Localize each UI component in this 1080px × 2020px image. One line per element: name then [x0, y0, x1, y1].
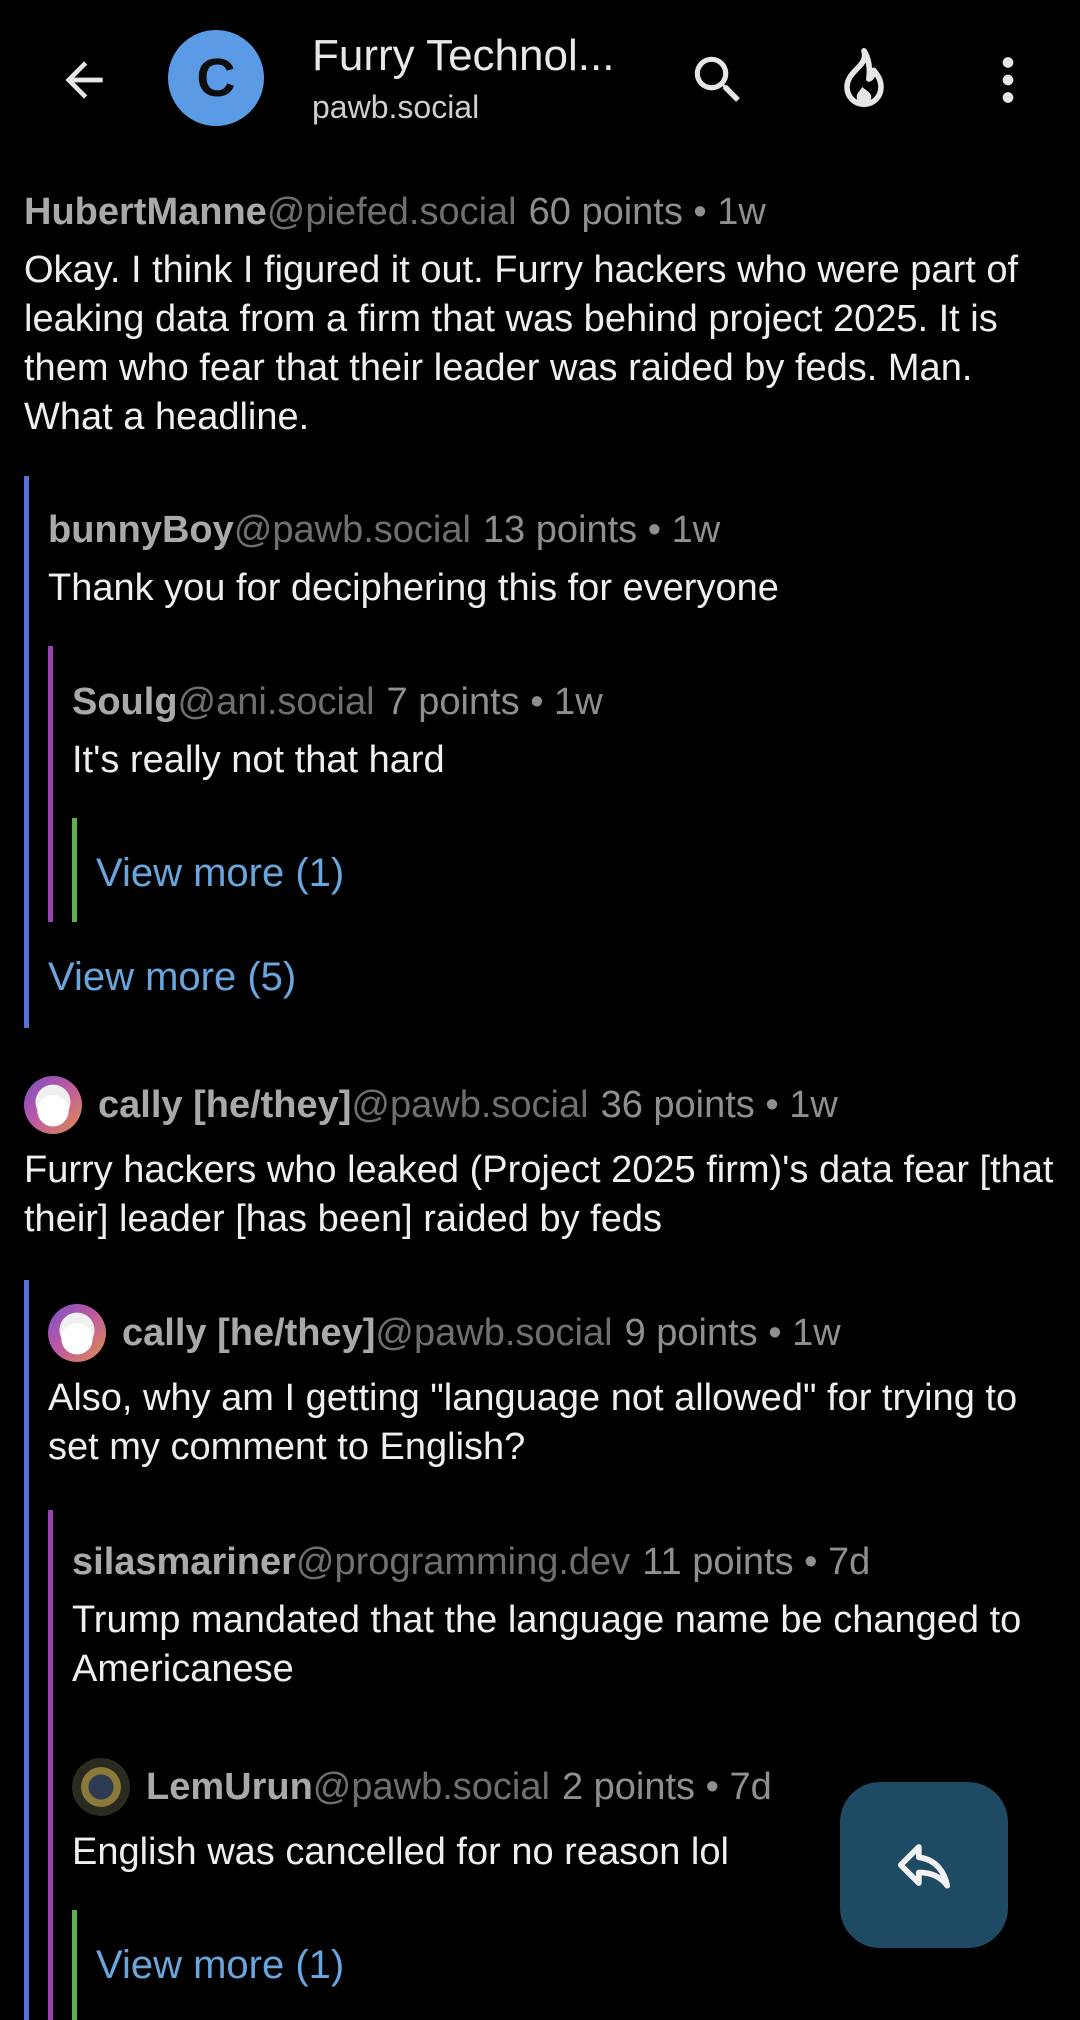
- comment-score-time: 36 points • 1w: [600, 1084, 838, 1126]
- comment-score-time: 9 points • 1w: [624, 1312, 841, 1354]
- search-icon: [694, 56, 740, 102]
- comment-body: Trump mandated that the language name be…: [72, 1599, 1022, 1690]
- comment-username[interactable]: bunnyBoy: [48, 508, 234, 552]
- comment-instance: @ani.social: [177, 681, 375, 723]
- sort-button[interactable]: [824, 40, 904, 120]
- comment-instance: @pawb.social: [233, 509, 471, 551]
- more-vert-icon: [1002, 57, 1014, 103]
- thread-line: [72, 1910, 77, 2020]
- more-options-button[interactable]: [968, 40, 1048, 120]
- community-title-block[interactable]: Furry Technol... pawb.social: [312, 26, 642, 128]
- comment-score-time: 11 points • 7d: [642, 1541, 871, 1583]
- comment-username[interactable]: cally [he/they]: [98, 1083, 351, 1127]
- view-more-link[interactable]: View more (1): [96, 848, 344, 898]
- comment-meta: Soulg @ani.social 7 points • 1w: [72, 680, 1062, 724]
- comment[interactable]: cally [he/they] @pawb.social 36 points • 1…: [24, 1076, 1064, 1244]
- comment-instance: @pawb.social: [312, 1766, 550, 1808]
- thread-line: [24, 1280, 29, 2020]
- comment-instance: @programming.dev: [295, 1541, 631, 1583]
- comment-score-time: 60 points • 1w: [528, 191, 766, 233]
- comment-score-time: 13 points • 1w: [482, 509, 721, 551]
- comment-reply[interactable]: Soulg @ani.social 7 points • 1w It's reall…: [72, 680, 1062, 785]
- comment-meta: cally [he/they] @pawb.social 9 points • 1w: [48, 1304, 1058, 1362]
- community-avatar-letter: C: [196, 48, 236, 108]
- thread-line: [24, 476, 29, 1028]
- comment-username[interactable]: HubertManne: [24, 190, 267, 234]
- comment-meta: cally [he/they] @pawb.social 36 points • 1…: [24, 1076, 1064, 1134]
- thread-line: [48, 1510, 53, 2020]
- view-more-link[interactable]: View more (5): [48, 952, 296, 1002]
- community-title: Furry Technol...: [312, 31, 615, 80]
- thread-line: [72, 818, 77, 922]
- comment-username[interactable]: cally [he/they]: [122, 1311, 375, 1355]
- comment-body: Okay. I think I figured it out. Furry ha…: [24, 249, 1019, 438]
- comment-reply[interactable]: bunnyBoy @pawb.social 13 points • 1w Thank…: [48, 508, 1058, 613]
- user-avatar[interactable]: [24, 1076, 82, 1134]
- comment-body: It's really not that hard: [72, 739, 445, 781]
- top-app-bar: C Furry Technol... pawb.social: [0, 0, 1080, 160]
- view-more-link[interactable]: View more (1): [96, 1940, 344, 1990]
- user-avatar[interactable]: [48, 1304, 106, 1362]
- back-button[interactable]: [44, 40, 124, 120]
- search-button[interactable]: [678, 40, 758, 120]
- comment-username[interactable]: LemUrun: [146, 1765, 313, 1809]
- comment-reply[interactable]: silasmariner @programming.dev 11 points • …: [72, 1540, 1062, 1694]
- thread-line: [48, 646, 53, 922]
- comment-instance: @pawb.social: [351, 1084, 589, 1126]
- comment-body: Thank you for deciphering this for every…: [48, 567, 779, 609]
- comment-score-time: 7 points • 1w: [386, 681, 603, 723]
- arrow-left-icon: [65, 61, 103, 99]
- comment-meta: HubertManne @piefed.social 60 points • 1w: [24, 190, 1064, 234]
- comment-instance: @piefed.social: [266, 191, 517, 233]
- comment-body: Furry hackers who leaked (Project 2025 f…: [24, 1149, 1054, 1240]
- comment-reply[interactable]: cally [he/they] @pawb.social 9 points • 1w…: [48, 1304, 1058, 1472]
- comment-score-time: 2 points • 7d: [561, 1766, 772, 1808]
- community-instance: pawb.social: [312, 89, 480, 125]
- comment-username[interactable]: silasmariner: [72, 1540, 296, 1584]
- reply-icon: [897, 1844, 951, 1889]
- comment[interactable]: HubertManne @piefed.social 60 points • 1w …: [24, 190, 1064, 442]
- comment-username[interactable]: Soulg: [72, 680, 178, 724]
- flame-icon: [844, 48, 884, 108]
- comment-instance: @pawb.social: [375, 1312, 613, 1354]
- comment-meta: bunnyBoy @pawb.social 13 points • 1w: [48, 508, 1058, 552]
- reply-button[interactable]: [840, 1782, 1008, 1948]
- comment-body: Also, why am I getting "language not all…: [48, 1377, 1018, 1468]
- community-avatar[interactable]: C: [168, 30, 264, 126]
- user-avatar[interactable]: [72, 1758, 130, 1816]
- comment-meta: silasmariner @programming.dev 11 points • …: [72, 1540, 1062, 1584]
